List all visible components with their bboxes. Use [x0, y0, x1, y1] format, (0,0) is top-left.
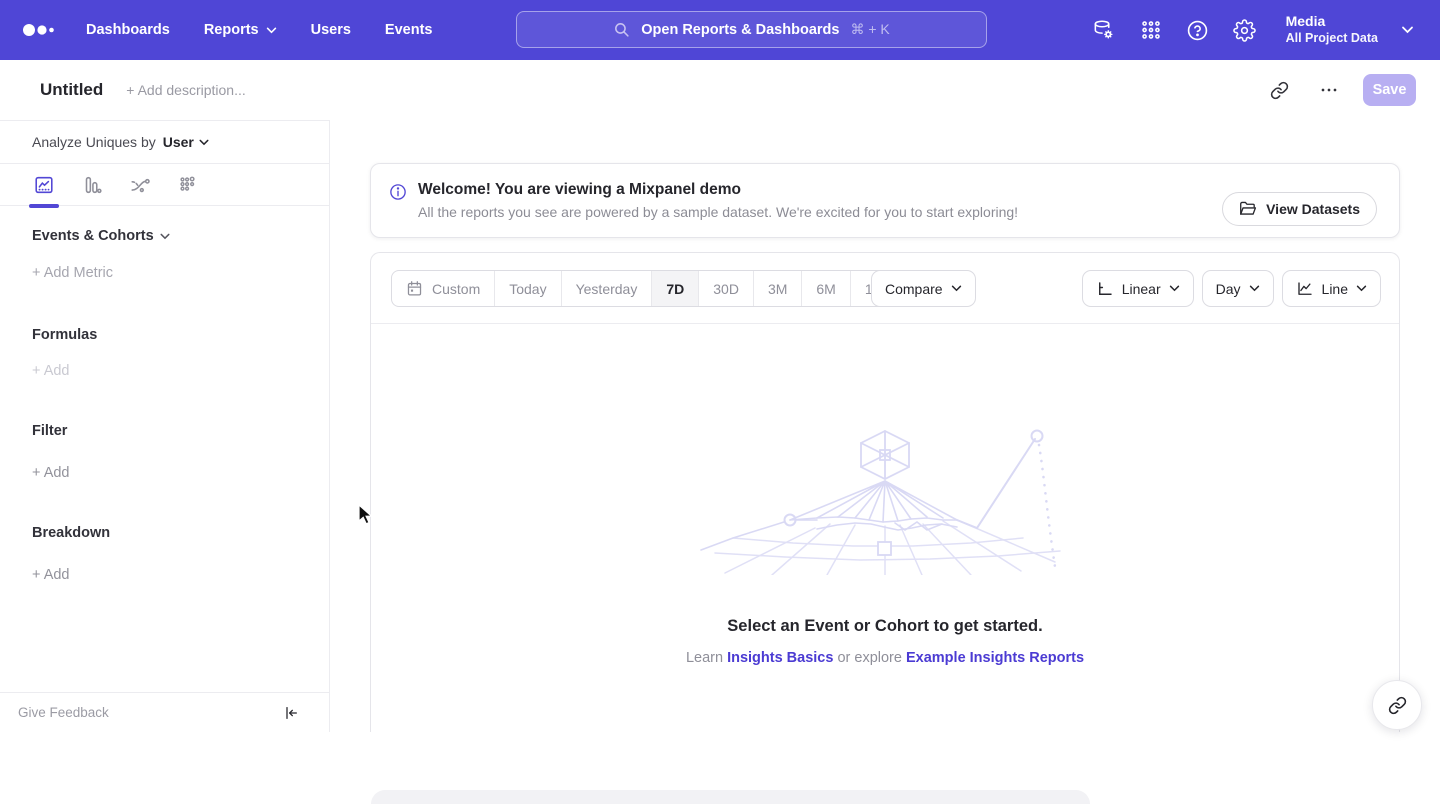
range-6m[interactable]: 6M: [801, 271, 849, 306]
settings-icon[interactable]: [1233, 18, 1257, 42]
copy-link-icon[interactable]: [1263, 74, 1295, 106]
example-reports-link[interactable]: Example Insights Reports: [906, 650, 1084, 666]
analyze-value-dropdown[interactable]: User: [163, 134, 209, 150]
chevron-down-icon: [951, 285, 962, 292]
events-cohorts-heading[interactable]: Events & Cohorts: [32, 228, 170, 244]
empty-state-links: Learn Insights Basics or explore Example…: [371, 650, 1399, 666]
links-connector: or explore: [837, 650, 901, 666]
range-today[interactable]: Today: [494, 271, 560, 306]
formulas-heading: Formulas: [32, 327, 97, 343]
search-placeholder: Open Reports & Dashboards: [641, 22, 839, 38]
toolbar-actions: Save: [1263, 74, 1416, 106]
chevron-down-icon: [160, 233, 170, 240]
date-range-segmented-control: Custom Today Yesterday 7D 30D 3M 6M 12M: [391, 270, 907, 307]
apps-grid-icon[interactable]: [1139, 18, 1163, 42]
nav-events[interactable]: Events: [385, 22, 433, 38]
nav-dashboards[interactable]: Dashboards: [86, 22, 170, 38]
collapse-sidebar-icon[interactable]: [283, 705, 299, 721]
range-3m[interactable]: 3M: [753, 271, 801, 306]
chevron-down-icon: [199, 139, 209, 146]
mouse-cursor: [358, 504, 375, 526]
tab-retention[interactable]: [176, 164, 200, 206]
global-search[interactable]: Open Reports & Dashboards ⌘ + K: [516, 11, 987, 48]
tab-insights[interactable]: [32, 164, 56, 206]
chart-type-dropdown[interactable]: Line: [1282, 270, 1381, 307]
flows-sankey-icon: [129, 174, 151, 196]
report-toolbar: Untitled + Add description... Save: [0, 60, 1440, 120]
chevron-down-icon: [1169, 285, 1180, 292]
filter-add-button[interactable]: + Add: [32, 465, 70, 481]
welcome-banner: Welcome! You are viewing a Mixpanel demo…: [370, 163, 1400, 238]
empty-state: Select an Event or Cohort to get started…: [371, 324, 1399, 732]
filter-heading: Filter: [32, 423, 67, 439]
range-custom[interactable]: Custom: [392, 271, 494, 306]
analyze-uniques-row: Analyze Uniques by User: [0, 121, 329, 164]
funnels-bars-icon: [81, 174, 103, 196]
folder-icon: [1239, 201, 1257, 217]
chevron-down-icon: [1401, 26, 1414, 34]
banner-title: Welcome! You are viewing a Mixpanel demo: [418, 181, 1018, 199]
chevron-down-icon: [266, 27, 277, 34]
report-type-tabs: [0, 164, 329, 206]
range-7d[interactable]: 7D: [651, 271, 698, 306]
view-datasets-button[interactable]: View Datasets: [1222, 192, 1377, 226]
learn-prefix: Learn: [686, 650, 723, 666]
info-icon: [389, 183, 407, 201]
line-chart-icon: [1296, 280, 1314, 298]
results-panel-handle[interactable]: [371, 790, 1090, 804]
save-button[interactable]: Save: [1363, 74, 1416, 106]
breakdown-heading: Breakdown: [32, 525, 110, 541]
share-link-fab[interactable]: [1372, 680, 1422, 730]
analyze-prefix: Analyze Uniques by: [32, 134, 156, 150]
breakdown-add-button[interactable]: + Add: [32, 567, 70, 583]
search-icon: [613, 21, 630, 38]
report-title[interactable]: Untitled: [40, 80, 103, 100]
interval-dropdown[interactable]: Day: [1202, 270, 1274, 307]
formulas-add-button[interactable]: + Add: [32, 363, 70, 379]
nav-reports[interactable]: Reports: [204, 22, 277, 38]
data-management-icon[interactable]: [1092, 18, 1116, 42]
empty-state-illustration: [695, 425, 1075, 575]
add-metric-button[interactable]: + Add Metric: [32, 265, 113, 281]
chevron-down-icon: [1356, 285, 1367, 292]
main-nav: Dashboards Reports Users Events: [86, 22, 432, 38]
mixpanel-logo[interactable]: [22, 23, 56, 37]
insights-line-chart-icon: [33, 174, 55, 196]
insights-chart-card: Custom Today Yesterday 7D 30D 3M 6M 12M …: [370, 252, 1400, 732]
sidebar-footer: Give Feedback: [0, 692, 329, 732]
banner-text: Welcome! You are viewing a Mixpanel demo…: [418, 181, 1018, 220]
nav-users[interactable]: Users: [311, 22, 351, 38]
tab-flows[interactable]: [128, 164, 152, 206]
query-builder-sidebar: Analyze Uniques by User: [0, 120, 330, 732]
range-30d[interactable]: 30D: [698, 271, 753, 306]
top-nav: Dashboards Reports Users Events Open Rep…: [0, 0, 1440, 60]
chart-display-controls: Linear Day Line: [1082, 270, 1381, 307]
scale-dropdown[interactable]: Linear: [1082, 270, 1194, 307]
help-icon[interactable]: [1186, 18, 1210, 42]
report-description-placeholder[interactable]: + Add description...: [126, 82, 245, 98]
search-shortcut: ⌘ + K: [850, 21, 889, 38]
empty-state-title: Select an Event or Cohort to get started…: [371, 617, 1399, 636]
project-name: Media: [1286, 13, 1378, 31]
project-switcher[interactable]: Media All Project Data: [1286, 13, 1378, 46]
chevron-down-icon: [1249, 285, 1260, 292]
more-menu-icon[interactable]: [1313, 74, 1345, 106]
retention-grid-icon: [177, 174, 199, 196]
banner-subtitle: All the reports you see are powered by a…: [418, 204, 1018, 220]
nav-right-cluster: Media All Project Data: [1092, 0, 1414, 60]
insights-basics-link[interactable]: Insights Basics: [727, 650, 833, 666]
calendar-icon: [406, 280, 423, 297]
compare-dropdown[interactable]: Compare: [871, 270, 976, 307]
project-scope: All Project Data: [1286, 31, 1378, 47]
mixpanel-logo-icon: [22, 23, 56, 37]
chart-controls-row: Custom Today Yesterday 7D 30D 3M 6M 12M …: [371, 253, 1399, 324]
give-feedback-link[interactable]: Give Feedback: [18, 705, 109, 720]
linear-scale-icon: [1096, 280, 1114, 298]
range-yesterday[interactable]: Yesterday: [561, 271, 652, 306]
tab-funnels[interactable]: [80, 164, 104, 206]
link-icon: [1388, 696, 1407, 715]
